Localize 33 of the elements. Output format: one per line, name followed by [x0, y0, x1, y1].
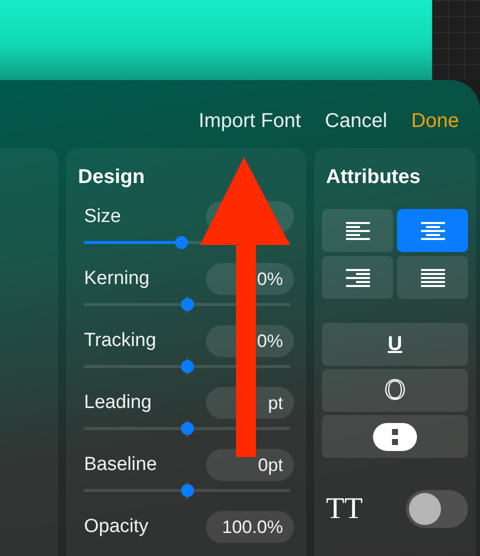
text-align-justify-icon: [420, 268, 444, 288]
align-button[interactable]: [397, 256, 468, 299]
slider-thumb[interactable]: [181, 422, 194, 435]
text-align-right-icon: [346, 268, 370, 288]
slider-thumb[interactable]: [181, 484, 194, 497]
done-button[interactable]: Done: [411, 108, 459, 134]
header-button[interactable]: Import Font: [198, 108, 301, 134]
setting-label: Size: [84, 206, 121, 228]
header-button[interactable]: Cancel: [324, 108, 388, 134]
section-title: Attributes: [326, 166, 422, 189]
value-field[interactable]: 0pt: [206, 449, 294, 481]
setting-label: Baseline: [84, 454, 157, 476]
setting-label: Tracking: [84, 330, 156, 352]
capsule-button[interactable]: [322, 415, 468, 458]
slider-thumb[interactable]: [181, 298, 194, 311]
slider[interactable]: [84, 482, 290, 499]
align-button[interactable]: [397, 209, 468, 252]
outline-button[interactable]: O: [322, 369, 468, 412]
text-align-left-icon: [346, 220, 370, 240]
align-button[interactable]: [322, 209, 393, 252]
slider-thumb[interactable]: [181, 360, 194, 373]
underline-button[interactable]: U: [322, 323, 468, 366]
align-button[interactable]: [322, 256, 393, 299]
slider-thumb[interactable]: [174, 236, 188, 249]
text-align-center-icon: [420, 220, 444, 240]
toggle-switch[interactable]: [406, 490, 468, 528]
setting-label: Leading: [84, 392, 152, 414]
section-title: Design: [78, 166, 146, 189]
caps-label: TT: [326, 492, 363, 526]
capsule-icon: [373, 422, 417, 450]
value-field[interactable]: 100.0%: [206, 511, 294, 543]
setting-label: Opacity: [84, 516, 148, 538]
setting-label: Kerning: [84, 268, 150, 290]
